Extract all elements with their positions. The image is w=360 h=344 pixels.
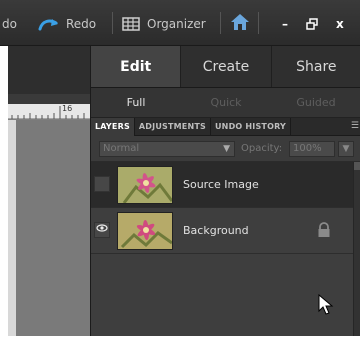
redo-label: Redo bbox=[66, 17, 97, 31]
layer-name: Source Image bbox=[183, 178, 259, 191]
visibility-toggle[interactable] bbox=[94, 176, 110, 192]
tab-undo-history-label: UNDO HISTORY bbox=[214, 122, 287, 131]
restore-icon bbox=[306, 18, 318, 30]
home-button[interactable] bbox=[230, 12, 250, 32]
opacity-value: 100% bbox=[293, 143, 322, 154]
tab-share[interactable]: Share bbox=[272, 46, 360, 87]
vertical-ruler bbox=[8, 120, 16, 336]
minimize-icon: – bbox=[282, 17, 288, 31]
organizer-label: Organizer bbox=[147, 17, 206, 31]
panel-bin: Edit Create Share Full Quick Guided LAYE… bbox=[90, 46, 360, 336]
tab-layers[interactable]: LAYERS bbox=[91, 117, 135, 136]
layers-list: Source Image Background bbox=[91, 162, 353, 336]
tab-quick-label: Quick bbox=[210, 96, 242, 109]
restore-button[interactable] bbox=[306, 14, 318, 34]
minimize-button[interactable]: – bbox=[282, 14, 288, 34]
menu-bar: do Redo Organizer – x bbox=[0, 0, 360, 46]
panel-tabs: LAYERS ADJUSTMENTS UNDO HISTORY ☰ bbox=[91, 117, 360, 136]
tab-undo-history[interactable]: UNDO HISTORY bbox=[211, 117, 292, 136]
blend-mode-select[interactable]: Normal ▼ bbox=[99, 141, 235, 157]
tab-full-label: Full bbox=[126, 96, 146, 109]
options-strip bbox=[8, 94, 90, 104]
undo-label: do bbox=[2, 17, 17, 31]
mode-tabs: Edit Create Share bbox=[91, 46, 360, 88]
tab-share-label: Share bbox=[296, 58, 337, 75]
undo-button[interactable]: do bbox=[2, 14, 17, 34]
scroll-up-button[interactable] bbox=[354, 162, 360, 170]
eye-icon bbox=[96, 224, 108, 232]
app-window: do Redo Organizer – x 16 Edit Create Sha… bbox=[0, 0, 360, 344]
tab-adjustments[interactable]: ADJUSTMENTS bbox=[135, 117, 211, 136]
menu-divider bbox=[220, 12, 221, 34]
tab-guided-label: Guided bbox=[296, 96, 336, 109]
layer-thumbnail bbox=[117, 166, 173, 204]
ruler-label: 16 bbox=[62, 104, 73, 113]
canvas-area[interactable] bbox=[8, 120, 90, 336]
organizer-grid-icon bbox=[122, 17, 140, 31]
tab-create[interactable]: Create bbox=[181, 46, 272, 87]
blend-mode-value: Normal bbox=[103, 143, 140, 154]
tab-adjustments-label: ADJUSTMENTS bbox=[138, 122, 206, 131]
lock-icon bbox=[318, 222, 330, 237]
mouse-pointer-icon bbox=[318, 294, 334, 315]
toolbar-area bbox=[8, 46, 90, 94]
layers-scrollbar[interactable] bbox=[353, 162, 360, 336]
visibility-toggle[interactable] bbox=[94, 222, 110, 238]
layer-name: Background bbox=[183, 224, 249, 237]
chevron-down-icon: ▼ bbox=[223, 144, 230, 154]
panel-menu-icon[interactable]: ☰ bbox=[351, 121, 359, 131]
menu-divider bbox=[112, 12, 113, 34]
chevron-down-icon: ▼ bbox=[342, 144, 350, 154]
menu-divider bbox=[258, 12, 259, 34]
home-icon bbox=[231, 14, 249, 30]
edit-mode-tabs: Full Quick Guided bbox=[91, 88, 360, 118]
tab-quick[interactable]: Quick bbox=[181, 88, 271, 117]
tab-layers-label: LAYERS bbox=[95, 122, 130, 131]
tab-full[interactable]: Full bbox=[91, 88, 181, 117]
tab-create-label: Create bbox=[202, 58, 250, 75]
tab-guided[interactable]: Guided bbox=[271, 88, 360, 117]
tab-edit-label: Edit bbox=[120, 58, 152, 75]
layer-row-background[interactable]: Background bbox=[91, 208, 353, 254]
horizontal-ruler: 16 bbox=[8, 104, 90, 120]
opacity-dropdown-button[interactable]: ▼ bbox=[338, 141, 354, 157]
opacity-label: Opacity: bbox=[241, 143, 283, 154]
redo-icon bbox=[38, 19, 58, 31]
ruler-ticks bbox=[8, 106, 90, 120]
layer-row-source-image[interactable]: Source Image bbox=[91, 162, 353, 208]
close-button[interactable]: x bbox=[336, 14, 344, 34]
blend-options-row: Normal ▼ Opacity: 100% ▼ bbox=[91, 136, 360, 162]
tab-edit[interactable]: Edit bbox=[91, 46, 182, 87]
opacity-field[interactable]: 100% bbox=[289, 141, 335, 157]
layer-thumbnail bbox=[117, 212, 173, 250]
close-icon: x bbox=[336, 17, 344, 31]
organizer-button[interactable]: Organizer bbox=[122, 14, 206, 34]
redo-button[interactable]: Redo bbox=[38, 14, 96, 34]
